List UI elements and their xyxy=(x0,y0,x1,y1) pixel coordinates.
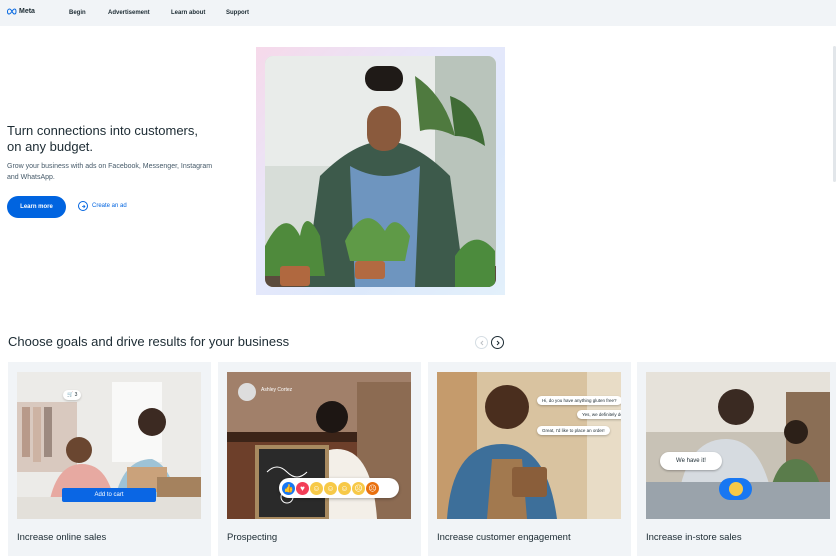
wow-reaction-icon: ☺ xyxy=(338,481,351,495)
top-navigation: Meta Begin Advertisement Learn about Sup… xyxy=(0,0,836,26)
goal-card-prospecting[interactable]: Ashley Cortez 👍 ♥ ☺ ☺ ☺ ☹ ☹ Prospecting xyxy=(218,362,421,556)
card-label: Increase in-store sales xyxy=(646,532,742,543)
card-photo: 🛒 3 Add to cart xyxy=(17,372,201,519)
goal-card-customer-engagement[interactable]: Hi, do you have anything gluten free? Ye… xyxy=(428,362,631,556)
smiley-icon xyxy=(728,482,743,496)
chat-bubble: We have it! xyxy=(660,452,722,470)
angry-reaction-icon: ☹ xyxy=(366,481,379,495)
learn-more-button[interactable]: Learn more xyxy=(7,196,66,218)
profile-name: Ashley Cortez xyxy=(261,387,293,393)
create-ad-link[interactable]: Create an ad xyxy=(78,201,127,211)
cart-count-badge: 🛒 3 xyxy=(63,390,82,400)
cart-count-value: 3 xyxy=(74,392,78,398)
card-label: Increase customer engagement xyxy=(437,532,571,543)
carousel-next-button[interactable] xyxy=(491,336,504,349)
emoji-reaction-badge xyxy=(719,478,752,500)
nav-support[interactable]: Support xyxy=(226,10,249,16)
cart-icon: 🛒 xyxy=(67,392,74,398)
card-photo: Hi, do you have anything gluten free? Ye… xyxy=(437,372,621,519)
goals-title: Choose goals and drive results for your … xyxy=(8,334,290,349)
goal-card-online-sales[interactable]: 🛒 3 Add to cart Increase online sales xyxy=(8,362,211,556)
add-to-cart-button[interactable]: Add to cart xyxy=(62,488,156,502)
nav-begin[interactable]: Begin xyxy=(69,10,86,16)
haha-reaction-icon: ☺ xyxy=(324,481,337,495)
hero-photo xyxy=(265,56,496,287)
chat-bubble: Yes, we definitely do! xyxy=(577,410,621,419)
card-label: Increase online sales xyxy=(17,532,107,543)
meta-logo[interactable]: Meta xyxy=(6,8,35,15)
sad-reaction-icon: ☹ xyxy=(352,481,365,495)
chat-bubble: Great, I'd like to place an order! xyxy=(537,426,610,435)
like-reaction-icon: 👍 xyxy=(282,481,295,495)
hero-image-frame xyxy=(256,47,505,295)
meta-infinity-icon xyxy=(6,8,17,15)
logo-text: Meta xyxy=(19,8,35,15)
goal-card-in-store-sales[interactable]: We have it! Increase in-store sales xyxy=(637,362,836,556)
chat-bubble: Hi, do you have anything gluten free? xyxy=(537,396,621,405)
hero-title: Turn connections into customers, on any … xyxy=(7,123,198,154)
carousel-prev-button[interactable] xyxy=(475,336,488,349)
arrow-right-circle-icon xyxy=(78,201,88,211)
card-photo: We have it! xyxy=(646,372,830,519)
nav-learn-about[interactable]: Learn about xyxy=(171,10,205,16)
hero-description: Grow your business with ads on Facebook,… xyxy=(7,163,213,181)
chevron-left-icon xyxy=(479,340,483,345)
card-label: Prospecting xyxy=(227,532,278,543)
care-reaction-icon: ☺ xyxy=(310,481,323,495)
chevron-right-icon xyxy=(496,340,500,345)
card-photo: Ashley Cortez 👍 ♥ ☺ ☺ ☺ ☹ ☹ xyxy=(227,372,411,519)
create-ad-label: Create an ad xyxy=(92,203,127,209)
nav-advertisement[interactable]: Advertisement xyxy=(108,10,150,16)
love-reaction-icon: ♥ xyxy=(296,481,309,495)
reaction-bar: 👍 ♥ ☺ ☺ ☺ ☹ ☹ xyxy=(279,478,399,498)
